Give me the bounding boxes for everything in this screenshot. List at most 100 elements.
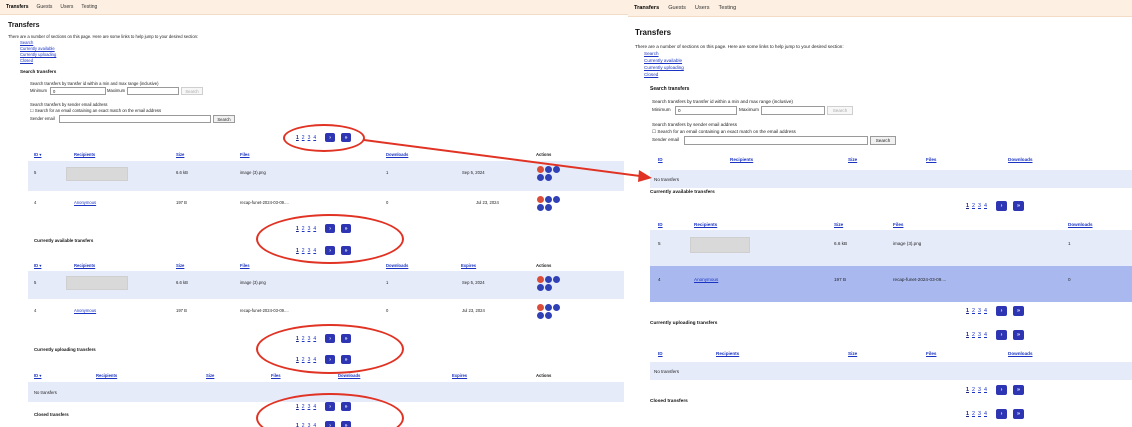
jump-link-uploading[interactable]: Currently uploading (644, 65, 684, 70)
tab-transfers[interactable]: Transfers (634, 5, 659, 11)
intro-text: There are a number of sections on this p… (8, 34, 199, 39)
col-recipients[interactable]: Recipients (96, 373, 117, 378)
email-input[interactable] (684, 136, 868, 145)
tab-testing[interactable]: Testing (719, 5, 737, 11)
min-label: Minimum (30, 88, 47, 93)
tab-users[interactable]: Users (695, 5, 710, 11)
last-page-button[interactable]: » (1013, 330, 1024, 340)
id-search-button[interactable]: Search (181, 87, 203, 95)
col-downloads[interactable]: Downloads (1008, 351, 1033, 356)
col-files[interactable]: Files (240, 152, 250, 157)
max-input[interactable] (127, 87, 179, 95)
next-page-button[interactable]: › (996, 330, 1007, 340)
col-size[interactable]: Size (848, 351, 857, 356)
table-row[interactable]: 4 Anonymous 197 B recap-funet-2024-03-09… (28, 299, 624, 327)
contains-checkbox-row[interactable]: ☐ Search for an email containing an exac… (30, 108, 161, 113)
tab-bar: Transfers Guests Users Testing (628, 0, 1132, 17)
search-id-text: Search transfers by transfer id within a… (652, 99, 793, 104)
tab-transfers[interactable]: Transfers (6, 4, 29, 10)
next-page-button[interactable]: › (996, 409, 1007, 419)
jump-link-uploading[interactable]: Currently uploading (20, 52, 56, 57)
section-uploading: Currently uploading transfers (34, 347, 96, 352)
col-downloads[interactable]: Downloads (1068, 222, 1093, 227)
table-row[interactable]: 5 6.6 kB image (3).png 1 Sep 5, 2024 (28, 161, 624, 191)
last-page-button[interactable]: » (1013, 306, 1024, 316)
pagination-uploading: 1234 ›» (966, 330, 1024, 340)
jump-link-available[interactable]: Currently available (20, 46, 55, 51)
col-expires[interactable]: Expires (461, 263, 476, 268)
last-page-button[interactable]: » (1013, 385, 1024, 395)
pagination-available: 1234 ›» (966, 201, 1024, 211)
email-search-button[interactable]: Search (870, 136, 896, 145)
col-recipients[interactable]: Recipients (74, 152, 95, 157)
col-size[interactable]: Size (176, 263, 184, 268)
col-downloads[interactable]: Downloads (1008, 157, 1033, 162)
col-files[interactable]: Files (926, 351, 936, 356)
jump-link-available[interactable]: Currently available (644, 58, 682, 63)
tab-guests[interactable]: Guests (668, 5, 686, 11)
min-input[interactable]: 0 (50, 87, 106, 95)
col-files[interactable]: Files (893, 222, 903, 227)
section-available: Currently available transfers (34, 238, 94, 243)
intro-text: There are a number of sections on this p… (635, 44, 844, 49)
row-actions[interactable] (537, 304, 563, 320)
redacted-recipient (690, 237, 750, 253)
max-label: Maximum (739, 107, 759, 112)
col-id[interactable]: ID ▾ (34, 263, 41, 268)
col-size[interactable]: Size (206, 373, 214, 378)
id-search-button[interactable]: Search (827, 106, 853, 115)
table-row-selected[interactable]: 4 Anonymous 197 B recap-funet-2024-03-09… (650, 266, 1132, 302)
col-files[interactable]: Files (926, 157, 936, 162)
last-page-button[interactable]: » (1013, 409, 1024, 419)
tab-users[interactable]: Users (60, 4, 73, 10)
annotation-oval (256, 214, 404, 264)
email-search-text: Search transfers by sender email address (30, 102, 108, 107)
jump-link-search[interactable]: Search (20, 40, 33, 45)
section-closed: Closed transfers (34, 412, 69, 417)
col-id[interactable]: ID ▾ (34, 152, 41, 157)
last-page-button[interactable]: » (1013, 201, 1024, 211)
contains-label: Search for an email containing an exact … (34, 108, 162, 113)
max-input[interactable] (761, 106, 825, 115)
col-recipients[interactable]: Recipients (74, 263, 95, 268)
col-size[interactable]: Size (834, 222, 843, 227)
col-recipients[interactable]: Recipients (694, 222, 717, 227)
left-screenshot-before: Transfers Guests Users Testing Transfers… (0, 0, 628, 427)
next-page-button[interactable]: › (996, 385, 1007, 395)
col-recipients[interactable]: Recipients (716, 351, 739, 356)
col-id[interactable]: ID (658, 157, 663, 162)
page-title: Transfers (8, 22, 40, 29)
col-recipients[interactable]: Recipients (730, 157, 753, 162)
email-search-text: Search transfers by sender email address (652, 122, 738, 127)
row-actions[interactable] (537, 166, 563, 182)
row-actions[interactable] (537, 276, 563, 292)
tab-guests[interactable]: Guests (37, 4, 53, 10)
col-downloads[interactable]: Downloads (386, 152, 408, 157)
col-id[interactable]: ID ▾ (34, 373, 41, 378)
tab-testing[interactable]: Testing (81, 4, 97, 10)
redacted-recipient (66, 167, 128, 181)
col-size[interactable]: Size (848, 157, 857, 162)
col-id[interactable]: ID (658, 222, 663, 227)
col-downloads[interactable]: Downloads (386, 263, 408, 268)
table-row[interactable]: 5 6.6 kB image (3).png 1 Sep 5, 2024 (28, 271, 624, 299)
col-id[interactable]: ID (658, 351, 663, 356)
col-size[interactable]: Size (176, 152, 184, 157)
email-search-button[interactable]: Search (213, 115, 235, 123)
jump-link-search[interactable]: Search (644, 51, 659, 56)
col-files[interactable]: Files (240, 263, 250, 268)
col-downloads[interactable]: Downloads (338, 373, 360, 378)
next-page-button[interactable]: › (996, 306, 1007, 316)
contains-checkbox-row[interactable]: ☐ Search for an email containing an exac… (652, 129, 796, 135)
pagination-available-bottom: 1234 ›» (966, 306, 1024, 316)
max-label: Maximum (107, 88, 126, 93)
col-expires[interactable]: Expires (452, 373, 467, 378)
jump-link-closed[interactable]: Closed (644, 72, 658, 77)
row-actions[interactable] (537, 196, 563, 212)
jump-link-closed[interactable]: Closed (20, 58, 33, 63)
min-input[interactable]: 0 (675, 106, 737, 115)
col-files[interactable]: Files (271, 373, 281, 378)
table-row[interactable]: 5 6.6 kB image (3).png 1 (650, 230, 1132, 266)
next-page-button[interactable]: › (996, 201, 1007, 211)
email-input[interactable] (59, 115, 211, 123)
